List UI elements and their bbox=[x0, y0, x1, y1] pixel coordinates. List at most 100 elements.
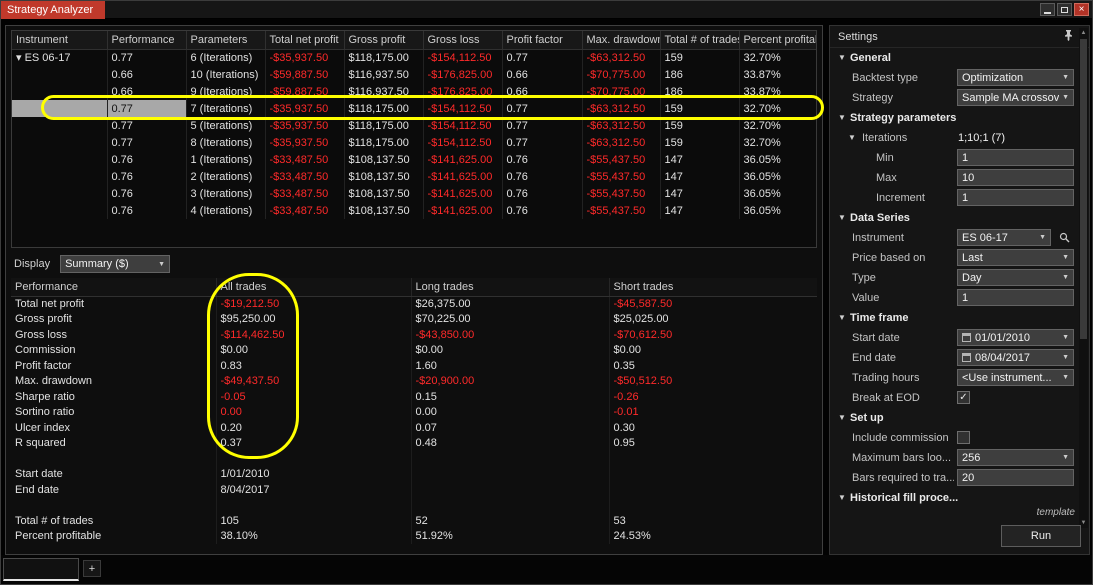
section-general[interactable]: ▼ General bbox=[830, 48, 1078, 68]
instrument-combo[interactable]: ES 06-17 ▼ bbox=[957, 229, 1051, 246]
field-strategy: Strategy Sample MA crossove ▼ bbox=[830, 88, 1078, 108]
summary-row: Gross profit $95,250.00 $70,225.00 $25,0… bbox=[11, 311, 817, 327]
cell-percent-profitable: 32.70% bbox=[739, 117, 816, 134]
cell-max-drawdown: -$70,775.00 bbox=[582, 83, 661, 100]
result-row[interactable]: 0.77 7 (Iterations) -$35,937.50 $118,175… bbox=[12, 100, 816, 117]
cell-long-trades: 0.07 bbox=[411, 420, 610, 436]
result-row[interactable]: 0.77 5 (Iterations) -$35,937.50 $118,175… bbox=[12, 117, 816, 134]
col-header-all-trades[interactable]: All trades bbox=[216, 278, 412, 297]
cell-performance: 0.77 bbox=[107, 117, 187, 134]
result-row[interactable]: 0.76 3 (Iterations) -$33,487.50 $108,137… bbox=[12, 185, 816, 202]
cell-parameters: 2 (Iterations) bbox=[186, 168, 266, 185]
summary-row: Sortino ratio 0.00 0.00 -0.01 bbox=[11, 404, 817, 420]
start-date-picker[interactable]: 01/01/2010 ▼ bbox=[957, 329, 1074, 346]
cell-all-trades bbox=[216, 497, 412, 513]
field-value: Value 1 bbox=[830, 288, 1078, 308]
display-selector[interactable]: Summary ($) ▼ bbox=[60, 255, 171, 273]
col-header-performance[interactable]: Performance bbox=[107, 31, 187, 50]
field-bars-required: Bars required to tra... 20 bbox=[830, 468, 1078, 488]
analyzer-left-panel: Instrument Performance Parameters Total … bbox=[5, 25, 823, 555]
col-header-profit-factor[interactable]: Profit factor bbox=[502, 31, 583, 50]
result-row[interactable]: 0.76 1 (Iterations) -$33,487.50 $108,137… bbox=[12, 151, 816, 168]
restore-button[interactable] bbox=[1057, 3, 1072, 16]
trading-hours-combo[interactable]: <Use instrument... ▼ bbox=[957, 369, 1074, 386]
cell-long-trades bbox=[411, 497, 610, 513]
increment-input[interactable]: 1 bbox=[957, 189, 1074, 206]
add-tab-button[interactable]: + bbox=[83, 560, 101, 577]
section-time-frame[interactable]: ▼ Time frame bbox=[830, 308, 1078, 328]
settings-scrollbar[interactable]: ▲ ▼ bbox=[1079, 28, 1088, 528]
col-header-performance-metric[interactable]: Performance bbox=[11, 278, 217, 297]
strategy-combo[interactable]: Sample MA crossove ▼ bbox=[957, 89, 1074, 106]
cell-total-trades: 186 bbox=[660, 83, 740, 100]
min-input[interactable]: 1 bbox=[957, 149, 1074, 166]
include-commission-checkbox[interactable] bbox=[957, 431, 970, 444]
field-price-based-on: Price based on Last ▼ bbox=[830, 248, 1078, 268]
backtest-type-combo[interactable]: Optimization ▼ bbox=[957, 69, 1074, 86]
cell-long-trades bbox=[411, 451, 610, 467]
value-input[interactable]: 1 bbox=[957, 289, 1074, 306]
section-set-up[interactable]: ▼ Set up bbox=[830, 408, 1078, 428]
col-header-parameters[interactable]: Parameters bbox=[186, 31, 266, 50]
col-header-long-trades[interactable]: Long trades bbox=[411, 278, 610, 297]
field-max: Max 10 bbox=[830, 168, 1078, 188]
summary-row: End date 8/04/2017 bbox=[11, 482, 817, 498]
end-date-picker[interactable]: 08/04/2017 ▼ bbox=[957, 349, 1074, 366]
col-header-total-net-profit[interactable]: Total net profit▲ bbox=[265, 31, 345, 50]
cell-total-trades: 147 bbox=[660, 168, 740, 185]
cell-metric-label: Sortino ratio bbox=[11, 404, 217, 420]
results-header-row: Instrument Performance Parameters Total … bbox=[12, 31, 816, 50]
result-row[interactable]: 0.77 8 (Iterations) -$35,937.50 $118,175… bbox=[12, 134, 816, 151]
result-row[interactable]: ▾ ES 06-17 0.77 6 (Iterations) -$35,937.… bbox=[12, 49, 816, 66]
field-break-at-eod: Break at EOD ✓ bbox=[830, 388, 1078, 408]
col-header-short-trades[interactable]: Short trades bbox=[609, 278, 817, 297]
cell-profit-factor: 0.77 bbox=[502, 49, 583, 66]
field-iterations[interactable]: ▼ Iterations 1;10;1 (7) bbox=[830, 128, 1078, 148]
cell-performance: 0.77 bbox=[107, 49, 187, 66]
break-at-eod-checkbox[interactable]: ✓ bbox=[957, 391, 970, 404]
cell-short-trades bbox=[609, 451, 817, 467]
cell-all-trades: -$114,462.50 bbox=[216, 327, 412, 343]
template-link[interactable]: template bbox=[1037, 507, 1075, 518]
run-button[interactable]: Run bbox=[1001, 525, 1081, 547]
price-based-on-combo[interactable]: Last ▼ bbox=[957, 249, 1074, 266]
section-data-series[interactable]: ▼ Data Series bbox=[830, 208, 1078, 228]
col-header-gross-profit[interactable]: Gross profit bbox=[344, 31, 424, 50]
col-header-percent-profitable[interactable]: Percent profitab bbox=[739, 31, 816, 50]
col-header-instrument[interactable]: Instrument bbox=[12, 31, 108, 50]
search-icon[interactable] bbox=[1056, 230, 1072, 245]
result-row[interactable]: 0.66 10 (Iterations) -$59,887.50 $116,93… bbox=[12, 66, 816, 83]
bars-required-input[interactable]: 20 bbox=[957, 469, 1074, 486]
cell-total-trades: 147 bbox=[660, 151, 740, 168]
col-header-gross-loss[interactable]: Gross loss bbox=[423, 31, 503, 50]
col-header-total-trades[interactable]: Total # of trades bbox=[660, 31, 740, 50]
scroll-up-icon[interactable]: ▲ bbox=[1079, 28, 1088, 38]
maximum-bars-combo[interactable]: 256 ▼ bbox=[957, 449, 1074, 466]
pin-icon[interactable] bbox=[1064, 29, 1073, 44]
cell-profit-factor: 0.66 bbox=[502, 83, 583, 100]
section-historical-fill[interactable]: ▼ Historical fill proce... bbox=[830, 488, 1078, 508]
minimize-button[interactable] bbox=[1040, 3, 1055, 16]
result-row[interactable]: 0.76 2 (Iterations) -$33,487.50 $108,137… bbox=[12, 168, 816, 185]
type-combo[interactable]: Day ▼ bbox=[957, 269, 1074, 286]
cell-metric-label: Ulcer index bbox=[11, 420, 217, 436]
cell-percent-profitable: 33.87% bbox=[739, 66, 816, 83]
window-title-tab[interactable]: Strategy Analyzer bbox=[1, 1, 106, 19]
cell-gross-loss: -$176,825.00 bbox=[423, 83, 503, 100]
close-button[interactable]: × bbox=[1074, 3, 1089, 16]
col-header-max-drawdown[interactable]: Max. drawdown bbox=[582, 31, 661, 50]
scrollbar-thumb[interactable] bbox=[1080, 39, 1087, 339]
result-row[interactable]: 0.76 4 (Iterations) -$33,487.50 $108,137… bbox=[12, 202, 816, 219]
cell-long-trades: -$43,850.00 bbox=[411, 327, 610, 343]
section-strategy-parameters[interactable]: ▼ Strategy parameters bbox=[830, 108, 1078, 128]
result-row[interactable]: 0.66 9 (Iterations) -$59,887.50 $116,937… bbox=[12, 83, 816, 100]
analyzer-tab[interactable] bbox=[3, 558, 79, 581]
chevron-down-icon: ▼ bbox=[1062, 333, 1069, 341]
cell-all-trades: 0.20 bbox=[216, 420, 412, 436]
max-input[interactable]: 10 bbox=[957, 169, 1074, 186]
cell-gross-profit: $116,937.50 bbox=[344, 66, 424, 83]
cell-instrument bbox=[12, 66, 108, 83]
cell-short-trades: 0.30 bbox=[609, 420, 817, 436]
cell-performance: 0.77 bbox=[107, 100, 187, 117]
titlebar: Strategy Analyzer × bbox=[1, 1, 1092, 19]
